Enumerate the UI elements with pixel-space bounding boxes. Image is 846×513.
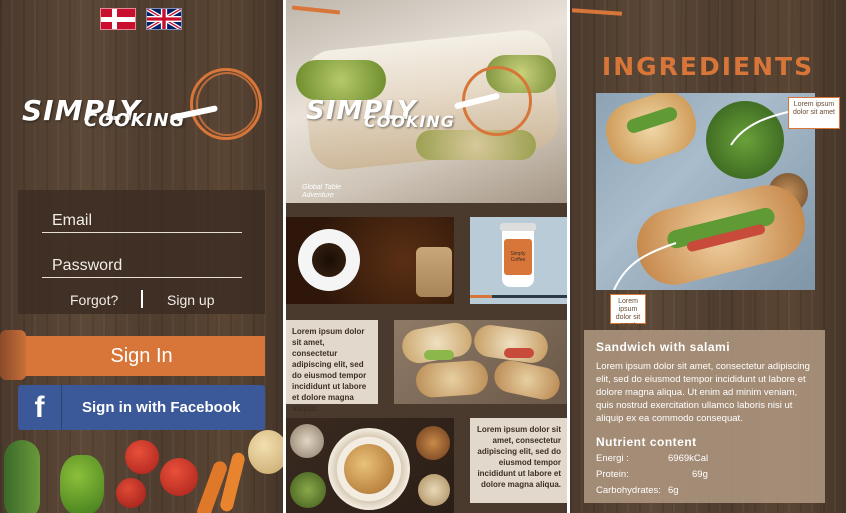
email-field[interactable]: Email <box>52 212 92 230</box>
app-logo: SIMPLY COOKING <box>20 66 262 146</box>
nutrient-row: Protein: 69g <box>596 467 813 483</box>
logo-text-cooking: COOKING <box>364 112 455 131</box>
ingredient-callout-1[interactable]: Lorem ipsum dolor sit amet <box>788 97 840 129</box>
page-title: INGREDIENTS <box>601 52 815 81</box>
nutrient-title: Nutrient content <box>596 435 697 449</box>
pepper-image <box>60 455 104 513</box>
nutrient-label: Carbohydrates: <box>596 485 661 496</box>
dish-description: Lorem ipsum dolor sit amet, consectetur … <box>596 361 810 424</box>
nutrient-value: 69g <box>692 469 708 480</box>
coffee-cup-tile[interactable]: Simply Coffee <box>470 217 567 304</box>
password-underline <box>42 277 242 278</box>
tomato-image <box>160 458 198 496</box>
dish-title: Sandwich with salami <box>596 340 731 354</box>
ingredients-screen: INGREDIENTS Lorem ipsum dolor sit amet L… <box>570 0 846 513</box>
coffee-beans-image[interactable] <box>286 217 454 304</box>
email-underline <box>42 232 242 233</box>
nutrient-label: Energi : <box>596 453 629 464</box>
lorem-text-1: Lorem ipsum dolor sit amet, consectetur … <box>286 320 378 413</box>
cup-label: Simply Coffee <box>510 251 526 263</box>
recipe-info-card: Sandwich with salami Lorem ipsum dolor s… <box>584 330 825 503</box>
tomato-image <box>125 440 159 474</box>
callout-connector-icon <box>613 110 793 290</box>
sandwiches-image[interactable] <box>394 320 567 404</box>
takeaway-cup-icon: Simply Coffee <box>500 223 536 287</box>
logo-text-cooking: COOKING <box>84 110 186 131</box>
onion-image <box>248 430 283 474</box>
nutrient-value: 6969kCal <box>668 453 709 464</box>
nutrient-value: 6g <box>668 485 679 496</box>
nutrient-row: Carbohydrates: 6g <box>596 483 813 499</box>
forgot-password-link[interactable]: Forgot? <box>70 292 118 308</box>
orange-accent-bar <box>291 5 341 15</box>
sign-up-link[interactable]: Sign up <box>167 292 214 308</box>
login-screen: SIMPLY COOKING Email Password Forgot? Si… <box>0 0 283 513</box>
food-platter-image[interactable] <box>286 418 454 513</box>
password-field[interactable]: Password <box>52 257 122 275</box>
login-card: Email Password Forgot? Sign up <box>18 190 265 314</box>
facebook-icon: f <box>18 385 62 430</box>
ingredient-callout-2[interactable]: Lorem ipsum dolor sit amet <box>610 294 646 329</box>
nutrient-row: Energi : 6969kCal <box>596 451 813 467</box>
link-divider <box>141 290 143 308</box>
zucchini-image <box>4 440 40 513</box>
hero-sandwich-image[interactable]: SIMPLY COOKING Global Table Adventure <box>286 0 567 203</box>
orange-accent-bar <box>571 8 623 16</box>
hero-credit: Global Table Adventure <box>302 184 342 199</box>
sign-in-button[interactable]: Sign In <box>18 336 265 376</box>
danish-flag-icon[interactable] <box>100 8 136 30</box>
facebook-sign-in-button[interactable]: f Sign in with Facebook <box>18 385 265 430</box>
mushroom-image <box>0 330 26 380</box>
facebook-button-label: Sign in with Facebook <box>82 399 241 416</box>
carrot-image <box>218 451 247 513</box>
uk-flag-icon[interactable] <box>146 8 182 30</box>
nutrient-label: Protein: <box>596 469 629 480</box>
sandwich-ingredients-image[interactable] <box>596 93 815 290</box>
tomato-image <box>116 478 146 508</box>
progress-bar <box>470 295 567 298</box>
feed-screen: SIMPLY COOKING Global Table Adventure Si… <box>286 0 567 513</box>
lorem-text-2: Lorem ipsum dolor sit amet, consectetur … <box>470 418 567 503</box>
